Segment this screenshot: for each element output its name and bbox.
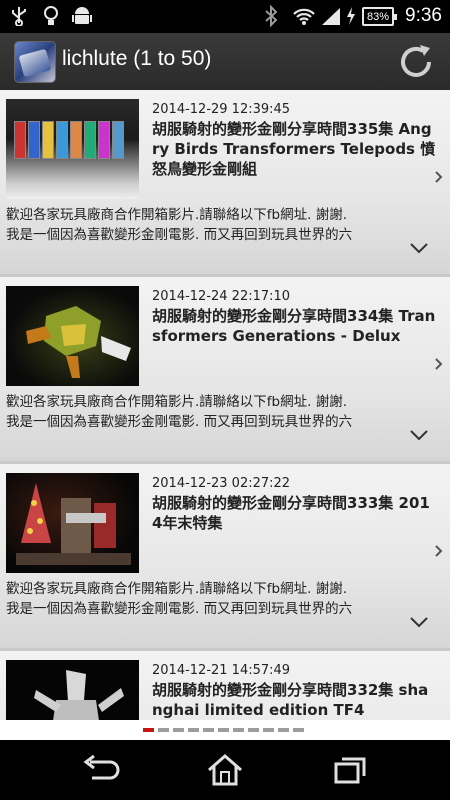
bluetooth-icon bbox=[264, 5, 278, 27]
video-description: 歡迎各家玩具廠商合作開箱影片.請聯絡以下fb網址. 謝謝. 我是一個因為喜歡變形… bbox=[6, 581, 353, 617]
battery-icon: 83% bbox=[362, 7, 397, 26]
back-icon[interactable] bbox=[80, 752, 120, 788]
page-indicator bbox=[0, 720, 450, 740]
video-title: 胡服騎射的變形金剛分享時間334集 Transformers Generatio… bbox=[152, 307, 436, 345]
video-date: 2014-12-24 22:17:10 bbox=[152, 289, 291, 304]
video-thumbnail[interactable] bbox=[6, 286, 139, 386]
video-date: 2014-12-29 12:39:45 bbox=[152, 102, 291, 117]
app-logo[interactable] bbox=[14, 41, 56, 83]
video-description: 歡迎各家玩具廠商合作開箱影片.請聯絡以下fb網址. 謝謝. 我是一個因為喜歡變形… bbox=[6, 394, 353, 430]
page-dot[interactable] bbox=[248, 728, 259, 732]
page-dot[interactable] bbox=[278, 728, 289, 732]
page-dot[interactable] bbox=[233, 728, 244, 732]
video-thumbnail[interactable] bbox=[6, 473, 139, 573]
action-bar: lichlute (1 to 50) bbox=[0, 33, 450, 90]
signal-icon bbox=[320, 5, 342, 27]
home-icon[interactable] bbox=[205, 752, 245, 788]
lightbulb-icon bbox=[42, 5, 60, 27]
list-item[interactable]: 2014-12-29 12:39:45 胡服騎射的變形金剛分享時間335集 An… bbox=[0, 90, 450, 274]
page-dot[interactable] bbox=[218, 728, 229, 732]
chevron-right-icon[interactable] bbox=[434, 357, 444, 371]
page-dot[interactable] bbox=[188, 728, 199, 732]
chevron-right-icon[interactable] bbox=[434, 544, 444, 558]
chevron-down-icon[interactable] bbox=[410, 429, 428, 441]
status-bar: 83% 9:36 bbox=[0, 0, 450, 33]
video-title: 胡服騎射的變形金剛分享時間333集 2014年末特集 bbox=[152, 494, 430, 532]
chevron-down-icon[interactable] bbox=[410, 616, 428, 628]
video-list[interactable]: 2014-12-29 12:39:45 胡服騎射的變形金剛分享時間335集 An… bbox=[0, 90, 450, 720]
video-title: 胡服騎射的變形金剛分享時間332集 shanghai limited editi… bbox=[152, 681, 429, 719]
page-dot[interactable] bbox=[293, 728, 304, 732]
video-description: 歡迎各家玩具廠商合作開箱影片.請聯絡以下fb網址. 謝謝. 我是一個因為喜歡變形… bbox=[6, 207, 353, 243]
page-dot[interactable] bbox=[173, 728, 184, 732]
list-item[interactable]: 2014-12-23 02:27:22 胡服騎射的變形金剛分享時間333集 20… bbox=[0, 464, 450, 648]
page-dot[interactable] bbox=[263, 728, 274, 732]
wifi-icon bbox=[292, 5, 316, 27]
refresh-icon[interactable] bbox=[396, 42, 436, 82]
video-thumbnail[interactable] bbox=[6, 99, 139, 199]
page-dot[interactable] bbox=[143, 728, 154, 732]
recent-apps-icon[interactable] bbox=[330, 752, 370, 788]
page-dot[interactable] bbox=[203, 728, 214, 732]
charging-icon bbox=[345, 5, 357, 27]
android-icon bbox=[72, 5, 92, 27]
video-date: 2014-12-21 14:57:49 bbox=[152, 663, 291, 678]
navigation-bar bbox=[0, 740, 450, 800]
page-title: lichlute (1 to 50) bbox=[62, 47, 212, 70]
chevron-down-icon[interactable] bbox=[410, 242, 428, 254]
list-item[interactable]: 2014-12-24 22:17:10 胡服騎射的變形金剛分享時間334集 Tr… bbox=[0, 277, 450, 461]
status-time: 9:36 bbox=[405, 5, 442, 26]
usb-icon bbox=[10, 5, 28, 27]
video-date: 2014-12-23 02:27:22 bbox=[152, 476, 291, 491]
video-title: 胡服騎射的變形金剛分享時間335集 Angry Birds Transforme… bbox=[152, 120, 436, 178]
battery-level: 83% bbox=[366, 10, 390, 23]
list-item[interactable]: 2014-12-21 14:57:49 胡服騎射的變形金剛分享時間332集 sh… bbox=[0, 651, 450, 720]
chevron-right-icon[interactable] bbox=[434, 170, 444, 184]
video-thumbnail[interactable] bbox=[6, 660, 139, 720]
page-dot[interactable] bbox=[158, 728, 169, 732]
